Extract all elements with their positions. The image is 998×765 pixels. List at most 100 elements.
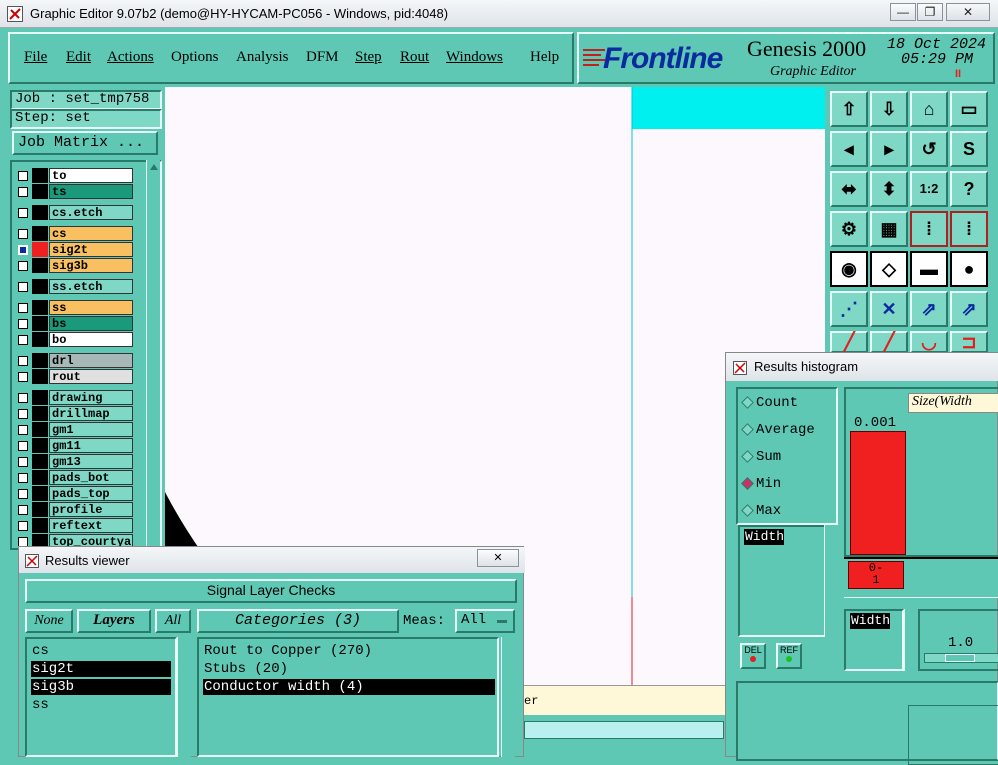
mode-average[interactable]: Average	[741, 422, 815, 438]
layer-row[interactable]: rout	[16, 369, 133, 384]
layer-checkbox[interactable]	[18, 335, 28, 345]
layer-name-bs[interactable]: bs	[49, 316, 133, 331]
layer-name-profile[interactable]: profile	[49, 502, 133, 517]
layer-row[interactable]: drillmap	[16, 406, 133, 421]
line-icon[interactable]: ╱	[830, 331, 868, 353]
layer-color-swatch[interactable]	[32, 470, 48, 485]
zoom-1to2-icon[interactable]: 1:2	[910, 171, 948, 207]
layer-checkbox[interactable]	[18, 393, 28, 403]
del-button[interactable]: DEL	[740, 643, 766, 669]
layer-row[interactable]: gm1	[16, 422, 133, 437]
viewer-category-item[interactable]: Conductor width (4)	[203, 679, 495, 695]
pan-left-icon[interactable]: ◂	[830, 131, 868, 167]
net-red-icon[interactable]: ⁞	[910, 211, 948, 247]
layer-checkbox[interactable]	[18, 473, 28, 483]
layer-row[interactable]: profile	[16, 502, 133, 517]
layer-name-sig3b[interactable]: sig3b	[49, 258, 133, 273]
shape-icon[interactable]: ◇	[870, 251, 908, 287]
layer-row[interactable]: drawing	[16, 390, 133, 405]
layer-checkbox[interactable]	[18, 521, 28, 531]
menu-rout[interactable]: Rout	[400, 49, 429, 66]
layer-color-swatch[interactable]	[32, 226, 48, 241]
layer-color-swatch[interactable]	[32, 205, 48, 220]
maximize-button[interactable]: ❐	[917, 3, 943, 21]
layer-checkbox[interactable]	[18, 505, 28, 515]
histogram-attr-list[interactable]: Width	[738, 525, 838, 637]
mode-min[interactable]: Min	[741, 476, 781, 492]
arc-icon[interactable]: ◡	[910, 331, 948, 353]
menu-windows[interactable]: Windows	[446, 49, 503, 66]
menu-dfm[interactable]: DFM	[306, 49, 339, 66]
layers-button[interactable]: Layers	[77, 609, 151, 633]
viewer-layer-list[interactable]: cs sig2t sig3b ss	[25, 637, 177, 757]
field-list-scrollbar[interactable]	[904, 609, 916, 671]
layer-checkbox[interactable]	[18, 187, 28, 197]
viewer-close-button[interactable]: ✕	[477, 549, 519, 567]
layer-name-gm11[interactable]: gm11	[49, 438, 133, 453]
layer-down-icon[interactable]: ⇩	[870, 91, 908, 127]
menu-analysis[interactable]: Analysis	[236, 49, 289, 66]
close-button[interactable]: ✕	[946, 3, 990, 21]
layer-color-swatch[interactable]	[32, 454, 48, 469]
layer-color-swatch[interactable]	[32, 168, 48, 183]
layers-none-button[interactable]: None	[25, 609, 73, 633]
layer-checkbox[interactable]	[18, 282, 28, 292]
pad-icon[interactable]: ●	[950, 251, 988, 287]
home-icon[interactable]: ⌂	[910, 91, 948, 127]
snap-icon[interactable]: ⚙	[830, 211, 868, 247]
mode-count[interactable]: Count	[741, 395, 798, 411]
layer-row[interactable]: ss.etch	[16, 279, 133, 294]
layer-checkbox[interactable]	[18, 303, 28, 313]
window-icon[interactable]: ▭	[950, 91, 988, 127]
layer-row[interactable]: reftext	[16, 518, 133, 533]
layer-row[interactable]: pads_bot	[16, 470, 133, 485]
layer-checkbox[interactable]	[18, 425, 28, 435]
menu-file[interactable]: File	[24, 49, 47, 66]
layer-name-drl[interactable]: drl	[49, 353, 133, 368]
layer-name-sig2t[interactable]: sig2t	[49, 242, 133, 257]
layer-row[interactable]: gm13	[16, 454, 133, 469]
menu-actions[interactable]: Actions	[107, 49, 154, 66]
viewer-category-item[interactable]: Stubs (20)	[203, 661, 495, 677]
layer-name-gm13[interactable]: gm13	[49, 454, 133, 469]
meas-dropdown[interactable]: All	[455, 609, 515, 633]
bar-bin-label[interactable]: 0- 1	[848, 561, 904, 589]
layer-color-swatch[interactable]	[32, 353, 48, 368]
menu-step[interactable]: Step	[355, 49, 382, 66]
move-icon[interactable]: ⇗	[910, 291, 948, 327]
layer-name-ss[interactable]: ss	[49, 300, 133, 315]
layer-checkbox[interactable]	[18, 208, 28, 218]
layer-name-to[interactable]: to	[49, 168, 133, 183]
layer-color-swatch[interactable]	[32, 422, 48, 437]
net-red2-icon[interactable]: ⁞	[950, 211, 988, 247]
layer-row[interactable]: pads_top	[16, 486, 133, 501]
layer-color-swatch[interactable]	[32, 279, 48, 294]
move-to-icon[interactable]: ⇗	[950, 291, 988, 327]
layers-all-button[interactable]: All	[155, 609, 191, 633]
layer-checkbox[interactable]	[18, 229, 28, 239]
mode-sum[interactable]: Sum	[741, 449, 781, 465]
ref-button[interactable]: REF	[776, 643, 802, 669]
layer-checkbox[interactable]	[18, 171, 28, 181]
layer-checkbox[interactable]	[18, 356, 28, 366]
menu-options[interactable]: Options	[171, 49, 219, 66]
select-icon[interactable]: ⋰	[830, 291, 868, 327]
field-width-item[interactable]: Width	[850, 613, 891, 629]
viewer-layer-item[interactable]: cs	[31, 643, 171, 659]
layer-name-rout[interactable]: rout	[49, 369, 133, 384]
layer-row[interactable]: ss	[16, 300, 133, 315]
fill-icon[interactable]: ◉	[830, 251, 868, 287]
layer-row[interactable]: gm11	[16, 438, 133, 453]
help-icon[interactable]: ?	[950, 171, 988, 207]
attr-width-item[interactable]: Width	[744, 529, 785, 545]
job-matrix-button[interactable]: Job Matrix ...	[12, 131, 158, 155]
zoom-fit-icon[interactable]: ⬌	[830, 171, 868, 207]
layer-name-ss-etch[interactable]: ss.etch	[49, 279, 133, 294]
minimize-button[interactable]: —	[890, 3, 916, 21]
menu-edit[interactable]: Edit	[66, 49, 91, 66]
pan-right-icon[interactable]: ▸	[870, 131, 908, 167]
menu-help[interactable]: Help	[530, 49, 559, 66]
layer-row[interactable]: ts	[16, 184, 133, 199]
layer-color-swatch[interactable]	[32, 486, 48, 501]
viewer-layer-item[interactable]: sig2t	[31, 661, 171, 677]
